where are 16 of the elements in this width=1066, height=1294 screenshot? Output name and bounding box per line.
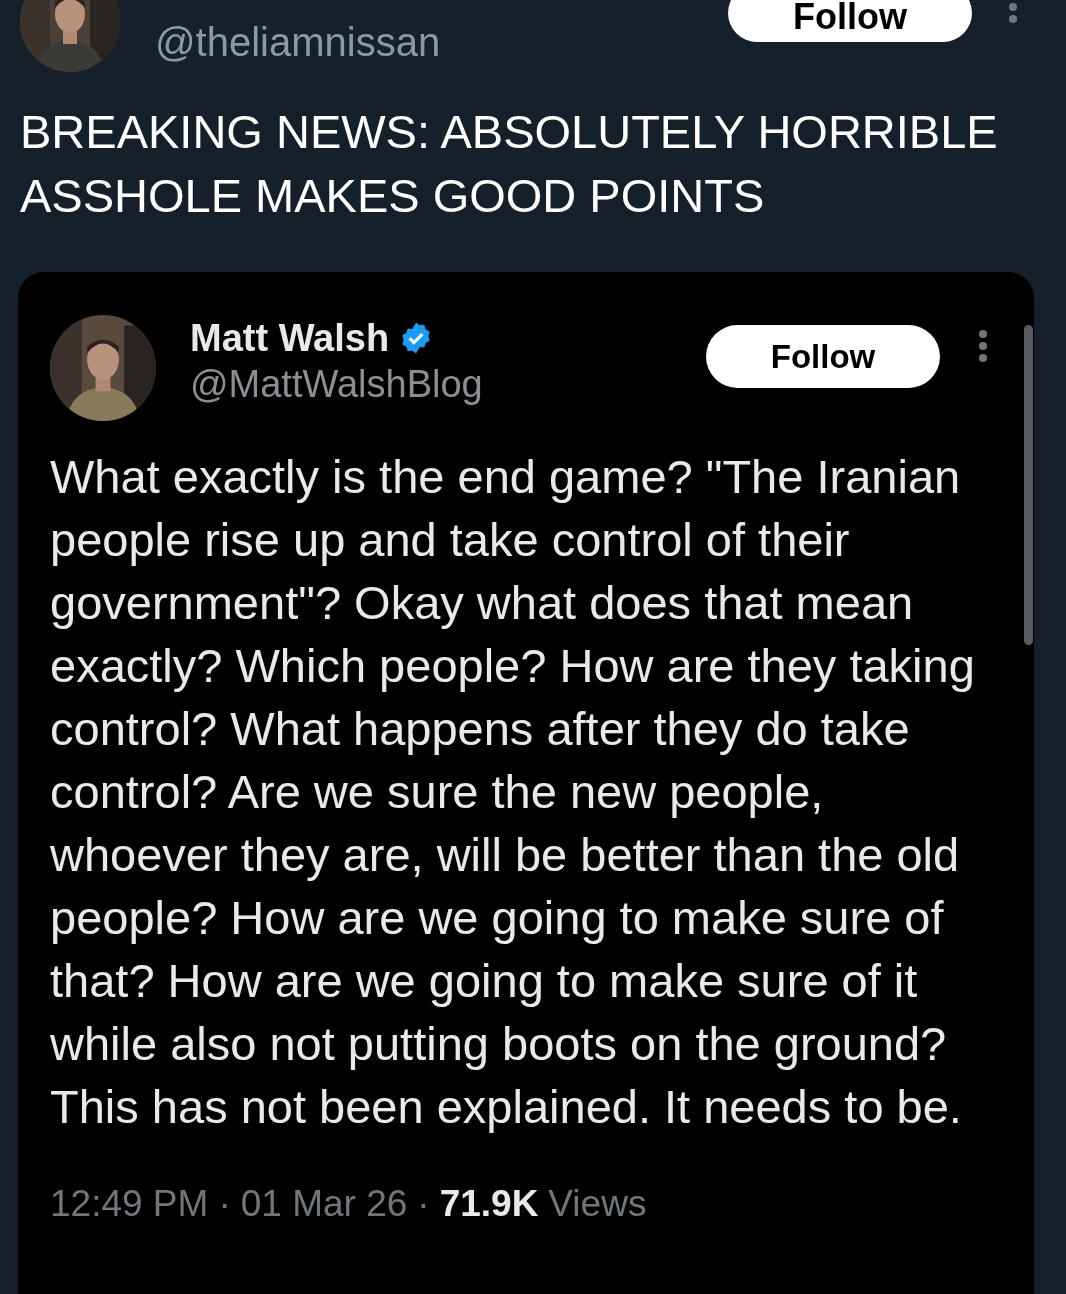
- meta-text: Views: [548, 1182, 647, 1226]
- handle-text: @theliamnissan: [155, 19, 441, 66]
- meta-text: 01 Mar 26: [240, 1182, 408, 1226]
- follow-button[interactable]: Follow: [728, 0, 972, 42]
- follow-button[interactable]: Follow: [706, 325, 940, 388]
- post-text: BREAKING NEWS: ABSOLUTELY HORRIBLE ASSHOLE MAKES GOOD POINTS: [19, 104, 999, 224]
- quoted-post-text: What exactly is the end game? "The Iranian people rise up and take control of their government"? Okay what does that mean exactly? Which people? How are they taking control? What happens after they do take control? Are we sure the new people, whoever they are, will be better than the old people? How are we going to make sure of that? How are we going to make sure of it while also not putting boots on the ground? This has not been explained. It needs to be.: [50, 449, 976, 1135]
- more-icon[interactable]: [978, 329, 988, 363]
- view-count: 71.9K: [439, 1182, 539, 1226]
- quoted-post-card[interactable]: [18, 272, 1034, 1294]
- separator-dot: ·: [218, 1182, 231, 1226]
- author-name: Matt Walsh: [190, 316, 390, 361]
- handle-text: @MattWalshBlog: [190, 362, 483, 407]
- more-icon[interactable]: [1008, 0, 1018, 24]
- meta-text: 12:49 PM: [50, 1182, 209, 1226]
- separator-dot: ·: [417, 1182, 430, 1226]
